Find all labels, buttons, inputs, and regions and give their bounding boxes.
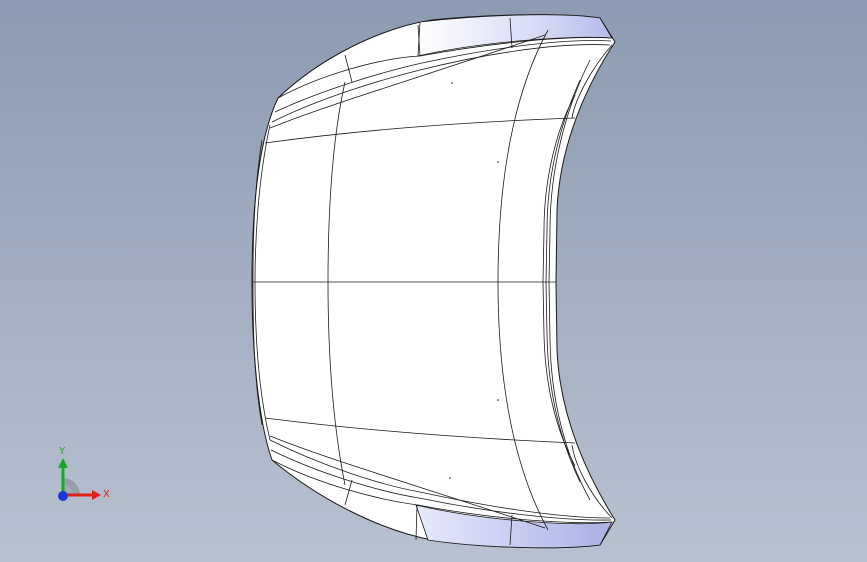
x-axis-label: X <box>103 489 110 500</box>
x-axis-arrow <box>92 490 101 500</box>
y-axis-arrow <box>58 458 68 468</box>
hood-panel-model[interactable] <box>0 0 867 562</box>
reference-triad[interactable]: Y X <box>44 438 114 510</box>
y-axis-label: Y <box>58 446 66 457</box>
panel-outer-surface[interactable] <box>251 14 616 549</box>
graphics-viewport[interactable]: Y X <box>0 0 867 562</box>
z-axis-dot <box>58 491 68 501</box>
